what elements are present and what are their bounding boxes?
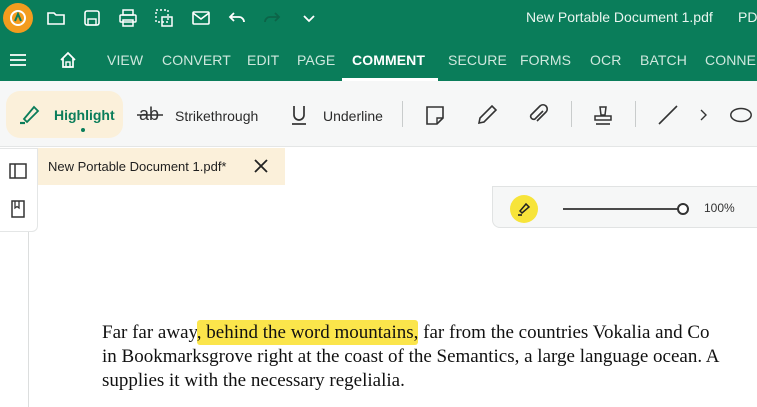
underline-button[interactable]: Underline — [323, 108, 383, 124]
text-segment: Far far away — [102, 322, 197, 343]
text-segment: far from the countries Vokalia and Co — [418, 322, 710, 343]
menu-secure[interactable]: SECURE — [448, 52, 507, 68]
menu-batch[interactable]: BATCH — [640, 52, 687, 68]
menu-comment[interactable]: COMMENT — [352, 52, 425, 68]
zoom-level-label: 100% — [704, 201, 735, 215]
app-name: PD — [738, 9, 757, 25]
scan-icon[interactable] — [152, 6, 176, 30]
highlight-color-picker[interactable] — [510, 195, 538, 223]
menu-connect[interactable]: CONNE — [705, 52, 756, 68]
text-line-2: in Bookmarksgrove right at the coast of … — [102, 346, 720, 367]
title-bar: New Portable Document 1.pdf PD — [0, 0, 757, 37]
more-shapes-chevron-icon[interactable] — [693, 102, 713, 128]
zoom-slider[interactable] — [563, 208, 683, 210]
highlight-button[interactable]: Highlight — [6, 91, 123, 138]
hamburger-menu-icon[interactable] — [6, 48, 30, 72]
comment-toolbar: Highlight ab Strikethrough Underline — [0, 81, 757, 147]
zoom-panel: 100% — [492, 186, 757, 228]
highlighter-icon — [20, 105, 40, 125]
menu-convert[interactable]: CONVERT — [162, 52, 231, 68]
panel-toggle-icon[interactable] — [8, 161, 28, 181]
menu-ocr[interactable]: OCR — [590, 52, 621, 68]
home-icon[interactable] — [56, 48, 80, 72]
page-text[interactable]: Far far away, behind the word mountains,… — [102, 320, 757, 393]
menu-page[interactable]: PAGE — [297, 52, 335, 68]
toolbar-separator — [635, 101, 636, 127]
attachment-icon[interactable] — [525, 102, 551, 128]
menu-bar: VIEW CONVERT EDIT PAGE COMMENT SECURE FO… — [0, 37, 757, 81]
undo-icon[interactable] — [225, 6, 249, 30]
pencil-icon[interactable] — [474, 102, 500, 128]
toolbar-separator — [571, 101, 572, 127]
strikethrough-icon[interactable]: ab — [137, 102, 163, 128]
menu-forms[interactable]: FORMS — [520, 52, 571, 68]
text-line-1: Far far away, behind the word mountains,… — [102, 320, 757, 345]
ellipse-tool-icon[interactable] — [728, 102, 754, 128]
open-folder-icon[interactable] — [44, 6, 68, 30]
menu-view[interactable]: VIEW — [107, 52, 143, 68]
document-tab[interactable]: New Portable Document 1.pdf* — [38, 148, 285, 185]
highlighter-icon — [518, 202, 531, 216]
strikethrough-button[interactable]: Strikethrough — [175, 108, 258, 124]
app-logo-icon[interactable] — [3, 3, 33, 33]
highlighted-text[interactable]: , behind the word mountains, — [196, 320, 419, 345]
svg-text:ab: ab — [139, 104, 159, 124]
window-title: New Portable Document 1.pdf — [526, 9, 713, 25]
stamp-icon[interactable] — [590, 102, 616, 128]
underline-icon[interactable] — [286, 102, 312, 128]
text-line-3: supplies it with the necessary regeliali… — [102, 370, 405, 391]
left-sidebar-rail — [0, 148, 38, 232]
active-dot — [81, 128, 85, 132]
close-tab-icon[interactable] — [252, 157, 270, 175]
sticky-note-icon[interactable] — [422, 102, 448, 128]
print-icon[interactable] — [116, 6, 140, 30]
menu-edit[interactable]: EDIT — [247, 52, 279, 68]
highlight-label: Highlight — [54, 107, 115, 123]
redo-icon[interactable] — [260, 6, 284, 30]
quick-access-dropdown-icon[interactable] — [297, 6, 321, 30]
toolbar-separator — [402, 101, 403, 127]
document-tab-title: New Portable Document 1.pdf* — [48, 159, 227, 174]
line-tool-icon[interactable] — [655, 102, 681, 128]
email-icon[interactable] — [189, 6, 213, 30]
save-icon[interactable] — [80, 6, 104, 30]
zoom-slider-thumb[interactable] — [677, 203, 689, 215]
bookmark-icon[interactable] — [8, 199, 28, 219]
